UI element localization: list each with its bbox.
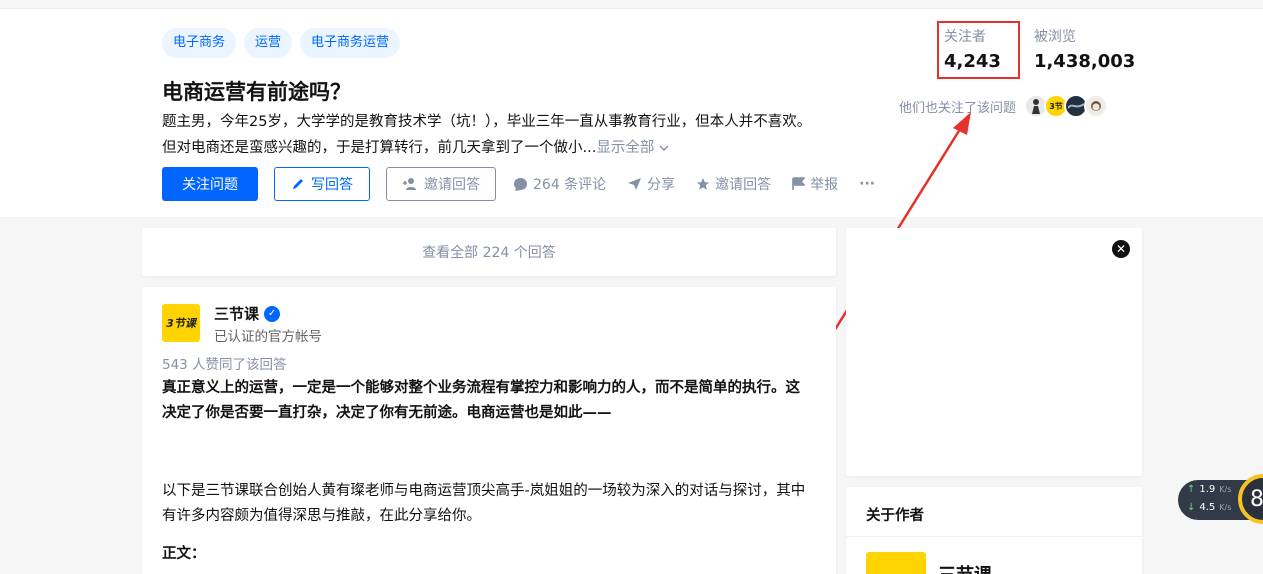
add-user-icon — [403, 178, 416, 190]
expand-button[interactable]: 显示全部 — [596, 140, 669, 156]
also-follow-label: 他们也关注了该问题 — [899, 100, 1017, 116]
chevron-down-icon — [659, 145, 669, 151]
view-all-label: 查看全部 224 个回答 — [422, 245, 556, 261]
comment-icon — [514, 177, 527, 191]
avatar[interactable] — [1084, 94, 1109, 118]
also-follow: 他们也关注了该问题 3节 — [899, 94, 1109, 118]
about-author-name[interactable]: 三节课 — [938, 561, 992, 574]
question-excerpt-text: 题主男，今年25岁，大学学的是教育技术学（坑！），毕业三年一直从事教育行业，但本… — [162, 114, 812, 156]
report-label: 举报 — [810, 177, 839, 193]
about-author-card: 关于作者 三节课 — [846, 487, 1142, 574]
pencil-icon — [293, 179, 303, 189]
follow-question-button[interactable]: 关注问题 — [162, 167, 258, 201]
about-author-title: 关于作者 — [866, 508, 924, 524]
upload-unit: K/s — [1219, 485, 1232, 494]
arrow-down-icon: ↓ — [1187, 502, 1196, 513]
more-button[interactable]: ··· — [859, 176, 875, 192]
arrow-up-icon: ↑ — [1187, 484, 1196, 495]
share-button[interactable]: 分享 — [627, 174, 675, 194]
report-button[interactable]: 举报 — [792, 174, 838, 194]
views-label: 被浏览 — [1033, 29, 1076, 45]
face-icon — [1091, 101, 1102, 111]
invite-answer-button[interactable]: 邀请回答 — [386, 167, 496, 201]
author-name-text: 三节课 — [214, 305, 260, 323]
star-icon — [697, 178, 710, 190]
vote-count: 543 人赞同了该回答 — [162, 357, 287, 373]
wave-icon — [1068, 103, 1085, 109]
answer-section-heading: 正文： — [162, 546, 206, 562]
download-unit: K/s — [1219, 503, 1232, 512]
question-excerpt: 题主男，今年25岁，大学学的是教育技术学（坑！），毕业三年一直从事教育行业，但本… — [162, 109, 817, 161]
views-value: 1,438,003 — [1033, 51, 1136, 72]
expand-label: 显示全部 — [596, 140, 655, 156]
download-value: 4.5 — [1199, 502, 1216, 513]
close-icon[interactable]: ✕ — [1112, 240, 1130, 258]
topic-tag[interactable]: 电子商务运营 — [300, 28, 401, 58]
download-speed: ↓ 4.5 K/s — [1187, 502, 1231, 513]
views-stat: 被浏览 1,438,003 — [1034, 26, 1135, 72]
person-icon — [1032, 99, 1041, 114]
invite-star-label: 邀请回答 — [715, 177, 772, 193]
upload-value: 1.9 — [1199, 484, 1216, 495]
answer-card: 3节课 三节课 ✓ 已认证的官方帐号 543 人赞同了该回答 真正意义上的运营，… — [142, 287, 836, 574]
view-all-answers-button[interactable]: 查看全部 224 个回答 — [142, 228, 836, 276]
answer-paragraph: 以下是三节课联合创始人黄有璨老师与电商运营顶尖高手-岚姐姐的一场较为深入的对话与… — [162, 483, 806, 524]
author-description: 已认证的官方帐号 — [214, 329, 322, 345]
follower-avatars: 3节 — [1024, 94, 1109, 118]
topic-tag[interactable]: 电子商务 — [162, 28, 237, 58]
upload-speed: ↑ 1.9 K/s — [1187, 484, 1231, 495]
divider — [846, 536, 1142, 537]
follow-question-label: 关注问题 — [182, 177, 238, 193]
share-icon — [628, 178, 642, 190]
about-author-avatar[interactable] — [866, 552, 926, 574]
invite-answer-label: 邀请回答 — [424, 177, 480, 193]
comments-label: 264 条评论 — [533, 177, 607, 193]
comments-button[interactable]: 264 条评论 — [513, 174, 606, 194]
write-answer-button[interactable]: 写回答 — [274, 167, 370, 201]
question-header: 电子商务 运营 电子商务运营 电商运营有前途吗？ 题主男，今年25岁，大学学的是… — [0, 8, 1263, 217]
topic-tag[interactable]: 运营 — [244, 28, 293, 58]
share-label: 分享 — [647, 177, 676, 193]
annotation-box — [937, 21, 1020, 79]
question-title: 电商运营有前途吗？ — [162, 80, 351, 104]
topic-tags: 电子商务 运营 电子商务运营 — [162, 28, 401, 58]
more-icon: ··· — [859, 176, 876, 192]
flag-icon — [792, 177, 806, 190]
question-actions: 关注问题 写回答 邀请回答 264 条评论 分享 邀请回答 举报 ··· — [162, 167, 875, 201]
verified-icon: ✓ — [264, 305, 281, 322]
write-answer-label: 写回答 — [311, 177, 353, 193]
author-avatar[interactable]: 3节课 — [162, 304, 200, 342]
invite-star-button[interactable]: 邀请回答 — [696, 174, 771, 194]
answer-lead: 真正意义上的运营，一定是一个能够对整个业务流程有掌控力和影响力的人，而不是简单的… — [162, 380, 800, 421]
ad-card: ✕ — [846, 228, 1142, 476]
author-name[interactable]: 三节课 ✓ — [214, 303, 281, 324]
